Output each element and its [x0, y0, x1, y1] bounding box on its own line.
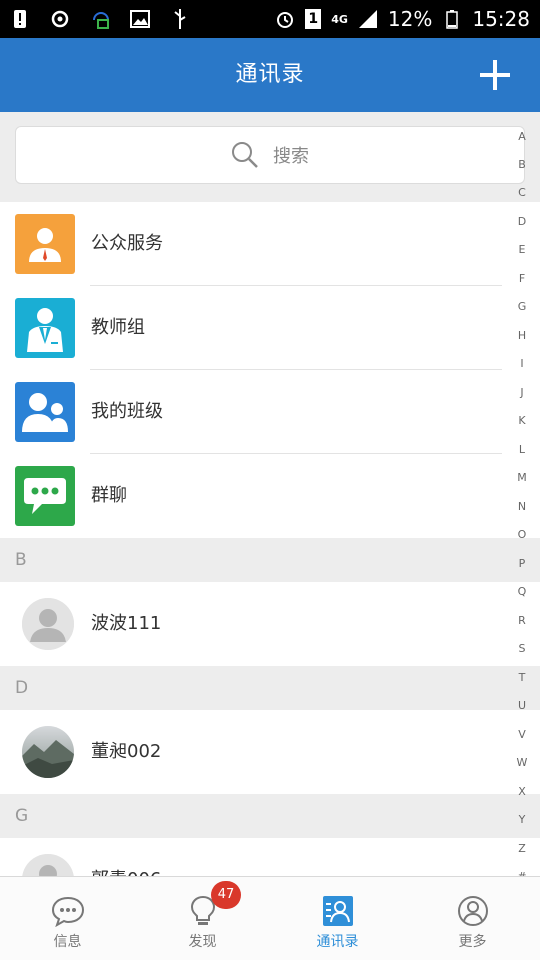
group-chat-icon: [15, 466, 75, 526]
index-letter[interactable]: M: [504, 471, 540, 484]
tab-label: 发现: [188, 934, 217, 950]
section-header-b: B: [0, 538, 540, 582]
list-item-label: 群聊: [91, 485, 127, 506]
profile-icon: [457, 896, 488, 926]
list-item-label: 我的班级: [91, 401, 163, 422]
status-bar: 1 4G 12% 15:28: [0, 0, 540, 38]
index-letter[interactable]: O: [504, 528, 540, 541]
public-service-icon: [15, 214, 75, 274]
usb-icon: [170, 9, 190, 29]
section-header-d: D: [0, 666, 540, 710]
teacher-group-icon: [15, 298, 75, 358]
contacts-icon: [322, 896, 353, 926]
index-letter[interactable]: F: [504, 272, 540, 285]
tab-contacts[interactable]: 通讯录: [270, 877, 405, 960]
index-letter[interactable]: L: [504, 443, 540, 456]
signal-icon: [358, 9, 378, 29]
index-letter[interactable]: Z: [504, 842, 540, 855]
alphabet-index[interactable]: A B C D E F G H I J K L M N O P Q R S T …: [504, 126, 540, 883]
tab-discover[interactable]: 47 发现: [135, 877, 270, 960]
index-letter[interactable]: I: [504, 357, 540, 370]
index-letter[interactable]: K: [504, 414, 540, 427]
index-letter[interactable]: A: [504, 130, 540, 143]
battery-icon: [442, 9, 462, 29]
index-letter[interactable]: J: [504, 386, 540, 399]
list-item-group-chat[interactable]: 群聊: [0, 454, 540, 538]
sim-icon: 1: [305, 9, 322, 29]
tab-label: 更多: [458, 934, 487, 950]
default-avatar: [22, 598, 74, 650]
tab-more[interactable]: 更多: [405, 877, 540, 960]
bottom-tab-bar: 信息 47 发现 通讯录 更多: [0, 876, 540, 960]
clock: 15:28: [472, 7, 530, 31]
search-area: 搜索: [0, 112, 540, 200]
notification-badge: 47: [211, 881, 241, 909]
alarm-icon: [275, 9, 295, 29]
tab-messages[interactable]: 信息: [0, 877, 135, 960]
search-icon: [232, 142, 258, 168]
contact-name: 波波111: [91, 613, 162, 634]
index-letter[interactable]: W: [504, 756, 540, 769]
search-input[interactable]: 搜索: [15, 126, 525, 184]
index-letter[interactable]: X: [504, 785, 540, 798]
index-letter[interactable]: E: [504, 243, 540, 256]
contact-name: 董昶002: [91, 741, 162, 762]
index-letter[interactable]: H: [504, 329, 540, 342]
list-item-my-class[interactable]: 我的班级: [0, 370, 540, 454]
my-class-icon: [15, 382, 75, 442]
contact-list: 公众服务 教师组 我的班级 群聊 B 波波111 D 董昶002 G: [0, 202, 540, 922]
page-title: 通讯录: [235, 62, 305, 87]
title-bar: 通讯录: [0, 38, 540, 112]
tab-label: 通讯录: [316, 934, 359, 950]
index-letter[interactable]: B: [504, 158, 540, 171]
index-letter[interactable]: U: [504, 699, 540, 712]
chat-icon: [51, 896, 84, 927]
sync-icon: [50, 9, 70, 29]
index-letter[interactable]: Y: [504, 813, 540, 826]
tab-label: 信息: [53, 934, 82, 950]
index-letter[interactable]: V: [504, 728, 540, 741]
index-letter[interactable]: R: [504, 614, 540, 627]
list-item-label: 公众服务: [91, 233, 163, 254]
battery-percent: 12%: [387, 7, 433, 31]
plus-icon: [480, 60, 510, 90]
section-header-g: G: [0, 794, 540, 838]
add-contact-button[interactable]: [472, 52, 518, 98]
index-letter[interactable]: G: [504, 300, 540, 313]
voicemail-icon: [90, 9, 110, 29]
network-type: 4G: [331, 12, 348, 26]
list-item-label: 教师组: [91, 317, 145, 338]
index-letter[interactable]: N: [504, 500, 540, 513]
search-placeholder: 搜索: [273, 146, 309, 167]
index-letter[interactable]: S: [504, 642, 540, 655]
alert-icon: [10, 9, 30, 29]
index-letter[interactable]: P: [504, 557, 540, 570]
index-letter[interactable]: C: [504, 186, 540, 199]
contact-row[interactable]: 波波111: [0, 582, 540, 666]
index-letter[interactable]: D: [504, 215, 540, 228]
index-letter[interactable]: T: [504, 671, 540, 684]
list-item-teacher-group[interactable]: 教师组: [0, 286, 540, 370]
photo-avatar: [22, 726, 74, 778]
image-icon: [130, 9, 150, 29]
index-letter[interactable]: Q: [504, 585, 540, 598]
contact-row[interactable]: 董昶002: [0, 710, 540, 794]
list-item-public-service[interactable]: 公众服务: [0, 202, 540, 286]
